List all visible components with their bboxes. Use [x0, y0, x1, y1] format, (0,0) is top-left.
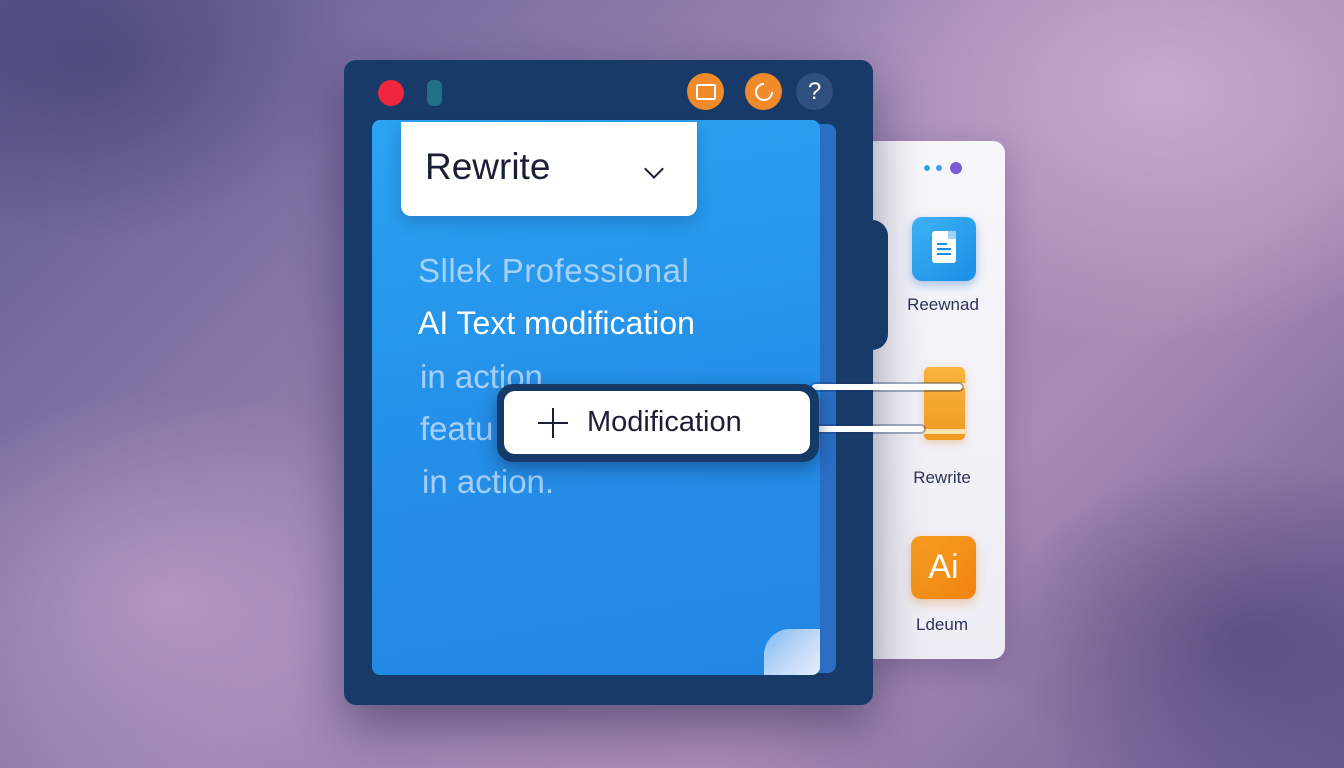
- doc-line-1: Sllek Professional: [418, 252, 690, 289]
- side-item-label-reewnad[interactable]: Reewnad: [893, 295, 993, 315]
- doc-line: [937, 253, 951, 255]
- modification-label: Modification: [587, 406, 742, 438]
- panel-menu-dots[interactable]: [924, 162, 962, 174]
- modification-button-face: Modification: [504, 391, 810, 454]
- doc-line-5: in action.: [422, 463, 555, 500]
- doc-line-4: featu: [420, 410, 494, 447]
- side-item-label-rewrite[interactable]: Rewrite: [892, 468, 992, 488]
- side-item-label-ldeum[interactable]: Ldeum: [892, 615, 992, 635]
- chevron-down-icon: [644, 159, 664, 179]
- doc-line-2: AI Text modification: [418, 305, 695, 341]
- refresh-icon: [750, 78, 777, 105]
- doc-line: [937, 248, 951, 250]
- close-dot-icon[interactable]: [378, 80, 404, 106]
- document-sheet: [932, 231, 956, 263]
- orange-tab-icon[interactable]: [924, 367, 965, 440]
- window-icon: [695, 83, 716, 100]
- window-notch: [866, 220, 888, 350]
- connector-line: [812, 426, 924, 432]
- dot-icon: [924, 165, 930, 171]
- help-button[interactable]: ?: [796, 73, 833, 110]
- document-icon[interactable]: [912, 217, 976, 281]
- connector-line: [812, 384, 962, 390]
- modification-button[interactable]: Modification: [497, 384, 819, 462]
- dot-icon: [950, 162, 962, 174]
- plus-icon: [538, 408, 568, 438]
- tab-band: [924, 429, 965, 434]
- dropdown-selected-value: Rewrite: [425, 146, 551, 187]
- minimize-pill-icon[interactable]: [427, 80, 442, 106]
- rewrite-dropdown[interactable]: Rewrite: [401, 122, 697, 216]
- window-button[interactable]: [687, 73, 724, 110]
- dot-icon: [936, 165, 942, 171]
- refresh-button[interactable]: [745, 73, 782, 110]
- doc-line: [937, 243, 947, 245]
- ai-icon[interactable]: Ai: [911, 536, 976, 599]
- page-curl: [764, 629, 820, 675]
